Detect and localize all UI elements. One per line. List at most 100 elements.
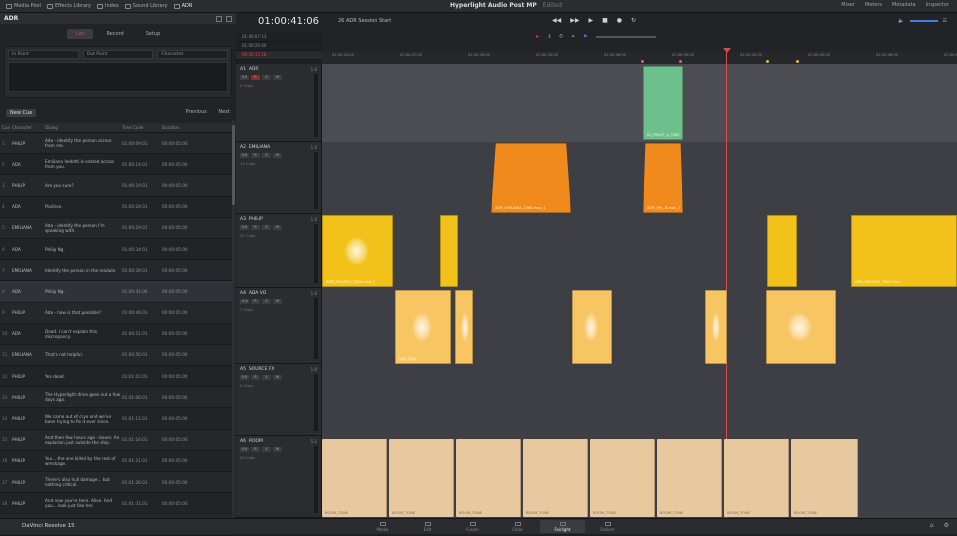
audio-clip[interactable] xyxy=(440,215,458,287)
marker-pink[interactable] xyxy=(679,60,682,63)
next-button[interactable]: Next xyxy=(218,109,230,115)
audio-clip[interactable] xyxy=(705,290,727,364)
settings-icon[interactable]: ⚙ xyxy=(944,522,949,529)
table-row[interactable]: 17 PHILIP There's also hull damage... but … xyxy=(0,472,232,494)
track-volume[interactable]: 0.0 xyxy=(240,375,249,380)
link-icon[interactable]: ⚭ xyxy=(571,34,575,40)
page-media[interactable]: Media xyxy=(360,520,405,533)
track-header-source-fx[interactable]: A5 SOURCE FX 1.0 0.0 R S M 2 Clips xyxy=(236,364,322,436)
media-pool-button[interactable]: Media Pool xyxy=(6,3,41,9)
track-lane[interactable] xyxy=(322,142,957,215)
audio-clip[interactable] xyxy=(766,290,836,364)
stop-icon[interactable]: ■ xyxy=(602,17,608,24)
audio-clip[interactable] xyxy=(767,215,797,287)
page-fusion[interactable]: Fusion xyxy=(450,520,495,533)
col-dialog[interactable]: Dialog xyxy=(45,125,122,130)
mute-button[interactable]: M xyxy=(273,447,282,452)
solo-button[interactable]: S xyxy=(262,375,271,380)
table-row[interactable]: 8 ADA Philip Ng. 01:00:41:06 00:00:05:00 xyxy=(0,281,232,303)
mute-button[interactable]: M xyxy=(273,75,282,80)
solo-button[interactable]: S xyxy=(262,447,271,452)
solo-button[interactable]: S xyxy=(262,153,271,158)
record-icon[interactable]: ● xyxy=(617,17,622,24)
dialog-textarea[interactable] xyxy=(8,62,228,92)
in-point-field[interactable]: In Point xyxy=(8,50,79,59)
table-row[interactable]: 3 PHILIP Are you sure? 01:00:19:01 00:00:05:… xyxy=(0,175,232,197)
table-row[interactable]: 6 ADA Philip Ng. 01:00:34:01 00:00:05:00 xyxy=(0,239,232,261)
solo-button[interactable]: S xyxy=(262,225,271,230)
meters-button[interactable]: Meters xyxy=(865,2,882,8)
metadata-button[interactable]: Metadata xyxy=(892,2,916,8)
record-arm-button[interactable]: R xyxy=(251,225,260,230)
col-character[interactable]: Character xyxy=(12,125,45,130)
col-cue[interactable]: Cue xyxy=(2,125,12,130)
audio-clip[interactable]: ROOM_TONE xyxy=(322,439,387,517)
audio-clip[interactable]: ROOM_TONE xyxy=(456,439,521,517)
track-volume[interactable]: 0.0 xyxy=(240,447,249,452)
track-header-adr[interactable]: A1 ADR 1.0 0.0 R S M 2 Clips xyxy=(236,64,322,142)
track-volume[interactable]: 0.0 xyxy=(240,153,249,158)
audio-clip[interactable]: ADR_PHILIP02_TAKE.mov_1 xyxy=(322,215,393,287)
audio-clip[interactable]: ROOM_TONE xyxy=(791,439,858,517)
mixer-button[interactable]: Mixer xyxy=(841,2,855,8)
record-arm-button[interactable]: R xyxy=(251,75,260,80)
panel-menu-icon[interactable] xyxy=(226,15,232,22)
mute-button[interactable]: M xyxy=(273,375,282,380)
audio-clip[interactable]: 01_PHILIP_A_TAKE xyxy=(643,66,683,140)
page-color[interactable]: Color xyxy=(495,520,540,533)
adr-button[interactable]: ADR xyxy=(173,3,192,9)
index-button[interactable]: Index xyxy=(97,3,119,9)
track-volume[interactable]: 0.0 xyxy=(240,75,249,80)
record-arm-button[interactable]: R xyxy=(251,153,260,158)
audio-clip[interactable]: ROOM_TONE xyxy=(523,439,588,517)
volume-slider[interactable] xyxy=(909,20,938,22)
table-row[interactable]: 7 EMILIANA Identify the person in the modu… xyxy=(0,260,232,282)
table-row[interactable]: 4 ADA Positive. 01:00:24:01 00:00:05:00 xyxy=(0,197,232,218)
inspector-button[interactable]: Inspector xyxy=(926,2,949,8)
marker-yellow[interactable] xyxy=(766,60,769,63)
new-cue-button[interactable]: New Cue xyxy=(6,109,37,117)
track-header-ada-vo[interactable]: A4 ADA VO 1.0 -4.0 R S M 7 Clips xyxy=(236,288,322,364)
out-point-field[interactable]: Out Point xyxy=(82,50,154,59)
table-row[interactable]: 18 PHILIP And now you're here. Alive. And … xyxy=(0,493,232,515)
record-arm-button[interactable]: R xyxy=(251,447,260,452)
cue-list-scrollbar[interactable] xyxy=(232,120,235,520)
zoom-slider[interactable] xyxy=(595,36,656,38)
table-row[interactable]: 1 PHILIP Ada - identify the person across … xyxy=(0,133,232,155)
audio-clip[interactable]: ROOM_TONE xyxy=(724,439,789,517)
track-header-room[interactable]: A6 ROOM 5.1 0.0 R S M 50 Clips xyxy=(236,436,322,518)
audio-clip[interactable] xyxy=(572,290,612,364)
marker-pink[interactable] xyxy=(641,60,644,63)
audio-clip[interactable]: ADR_PHILIP02_TAKE.mov xyxy=(851,215,957,287)
scrollbar-thumb[interactable] xyxy=(232,125,235,205)
page-deliver[interactable]: Deliver xyxy=(585,520,630,533)
solo-button[interactable]: S xyxy=(262,75,271,80)
col-duration[interactable]: Duration xyxy=(162,125,200,130)
table-row[interactable]: 10 ADA Dead. I can't explain this discrepa… xyxy=(0,324,232,345)
sound-library-button[interactable]: Sound Library xyxy=(124,3,168,9)
audio-clip[interactable]: ROOM_TONE xyxy=(389,439,454,517)
table-row[interactable]: 13 PHILIP The Hyperlight drive goes out a … xyxy=(0,387,232,409)
play-icon[interactable]: ▶ xyxy=(588,17,593,24)
timeline-selector[interactable]: 26 ADR Session Start xyxy=(338,18,391,24)
loop-icon[interactable]: ↻ xyxy=(631,17,636,24)
table-row[interactable]: 12 PHILIP Yes dead. 01:01:01:01 00:00:05:00 xyxy=(0,366,232,388)
table-row[interactable]: 11 EMILIANA That's not helpful. 01:00:56:01… xyxy=(0,344,232,367)
previous-button[interactable]: Previous xyxy=(186,109,207,115)
table-row[interactable]: 2 ADA Emiliana Vedetti is seated across fr… xyxy=(0,154,232,176)
table-row[interactable]: 9 PHILIP Ada - how is that possible? 01:00:… xyxy=(0,302,232,324)
range-tool-icon[interactable]: ↕ xyxy=(547,34,551,40)
audio-clip[interactable]: ADR_EMILIANA_2088.mov_1 xyxy=(491,143,571,213)
tab-record[interactable]: Record xyxy=(97,29,132,39)
tab-setup[interactable]: Setup xyxy=(137,29,170,39)
audio-clip[interactable]: ROOM_TONE xyxy=(590,439,655,517)
track-header-emiliana[interactable]: A2 EMILIANA 1.0 0.0 R S M 14 Clips xyxy=(236,142,322,214)
audio-clip[interactable] xyxy=(455,290,473,364)
record-arm-button[interactable]: R xyxy=(251,299,260,304)
mute-button[interactable]: M xyxy=(273,153,282,158)
track-header-philip[interactable]: A3 PHILIP 1.0 0.0 R S M 22 Clips xyxy=(236,214,322,288)
col-timecode[interactable]: Time Code xyxy=(122,125,162,130)
effects-library-button[interactable]: Effects Library xyxy=(46,3,91,9)
playhead-handle[interactable] xyxy=(723,48,731,53)
page-edit[interactable]: Edit xyxy=(405,520,450,533)
